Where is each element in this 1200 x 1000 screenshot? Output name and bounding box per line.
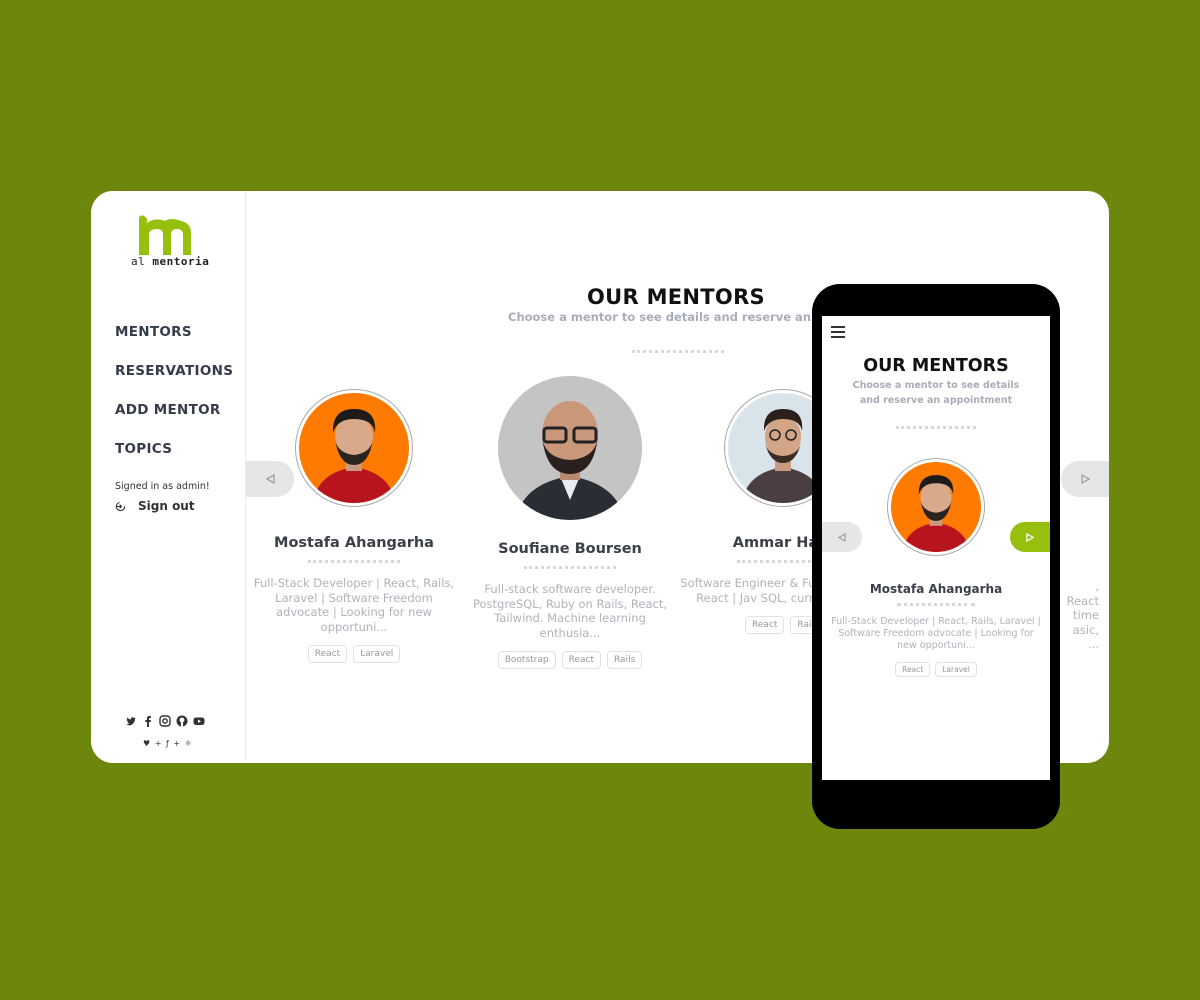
phone-screen: OUR MENTORS Choose a mentor to see detai… bbox=[822, 316, 1050, 780]
mentor-divider bbox=[308, 560, 400, 563]
title-divider bbox=[632, 350, 724, 353]
tag-laravel: Laravel bbox=[353, 645, 401, 663]
mobile-page-title: OUR MENTORS bbox=[863, 356, 1009, 376]
twitter-icon[interactable] bbox=[125, 715, 137, 727]
avatar bbox=[887, 458, 985, 556]
mentor-description: Full-Stack Developer | React, Rails, Lar… bbox=[831, 616, 1041, 651]
mentor-tags: Bootstrap React Rails bbox=[465, 651, 675, 669]
sidebar: al mentoria MENTORS RESERVATIONS ADD MEN… bbox=[91, 191, 246, 763]
sign-out-button[interactable]: Sign out bbox=[115, 499, 195, 513]
mentor-divider bbox=[524, 566, 616, 569]
youtube-icon[interactable] bbox=[193, 715, 205, 727]
mobile-page-subtitle: Choose a mentor to see details and reser… bbox=[852, 380, 1020, 406]
logo-text: al mentoria bbox=[131, 255, 210, 268]
github-icon[interactable] bbox=[176, 715, 188, 727]
menu-icon[interactable] bbox=[831, 326, 845, 341]
avatar bbox=[295, 389, 413, 507]
mentor-divider bbox=[897, 603, 975, 606]
offscreen-line: , React bbox=[1066, 579, 1099, 608]
mentor-card[interactable]: Mostafa Ahangarha Full-Stack Developer |… bbox=[249, 376, 459, 663]
mentor-card[interactable]: Soufiane Boursen Full-stack software dev… bbox=[465, 376, 675, 669]
offscreen-line: time bbox=[1073, 608, 1099, 622]
mentor-tags: React Laravel bbox=[822, 662, 1050, 677]
offscreen-line: asic, ... bbox=[1072, 622, 1099, 652]
facebook-icon[interactable] bbox=[142, 715, 154, 727]
triangle-right-icon bbox=[1080, 474, 1090, 484]
sidebar-item-topics[interactable]: TOPICS bbox=[115, 441, 233, 480]
mentor-tags: React Laravel bbox=[249, 645, 459, 663]
offscreen-card-text: , React time asic, ... bbox=[1061, 579, 1099, 652]
mentor-name: Soufiane Boursen bbox=[498, 541, 642, 557]
mentor-name: Mostafa Ahangarha bbox=[869, 582, 1003, 596]
tag-bootstrap: Bootstrap bbox=[497, 651, 556, 669]
tag-react: React bbox=[561, 651, 601, 669]
sidebar-item-add-mentor[interactable]: ADD MENTOR bbox=[115, 402, 233, 441]
tag-react: React bbox=[307, 645, 348, 663]
carousel-next-button[interactable] bbox=[1061, 461, 1109, 497]
sidebar-item-reservations[interactable]: RESERVATIONS bbox=[115, 363, 233, 402]
tag-rails: Rails bbox=[607, 651, 643, 669]
tag-laravel: Laravel bbox=[935, 662, 977, 677]
social-links bbox=[125, 715, 205, 727]
sign-out-icon bbox=[115, 501, 126, 511]
mentor-description: Full-stack software developer. PostgreSQ… bbox=[472, 582, 668, 640]
mentor-description: Full-Stack Developer | React, Rails, Lar… bbox=[253, 576, 455, 634]
instagram-icon[interactable] bbox=[159, 715, 171, 727]
phone-mockup: OUR MENTORS Choose a mentor to see detai… bbox=[812, 284, 1060, 829]
sign-out-label: Sign out bbox=[138, 499, 195, 513]
page-title: OUR MENTORS bbox=[587, 285, 765, 309]
mentor-name: Mostafa Ahangarha bbox=[274, 535, 434, 551]
signed-in-text: Signed in as admin! bbox=[115, 481, 210, 492]
mobile-title-divider bbox=[896, 426, 976, 429]
avatar bbox=[498, 376, 642, 520]
sidebar-item-mentors[interactable]: MENTORS bbox=[115, 324, 233, 363]
tag-react: React bbox=[895, 662, 931, 677]
tag-react: React bbox=[745, 616, 785, 634]
sidebar-nav: MENTORS RESERVATIONS ADD MENTOR TOPICS bbox=[115, 324, 233, 480]
mobile-mentor-card[interactable]: Mostafa Ahangarha Full-Stack Developer |… bbox=[822, 458, 1050, 677]
credits-text: ♥ + ƒ + ⚛ bbox=[143, 739, 193, 748]
